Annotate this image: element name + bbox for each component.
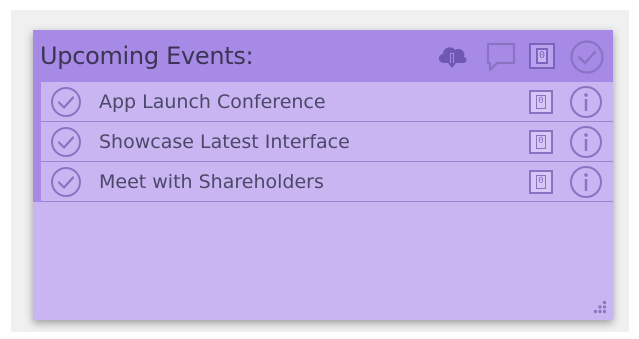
resize-handle-icon[interactable] bbox=[593, 300, 607, 314]
counter-label: 0 bbox=[536, 95, 546, 109]
check-circle-icon[interactable] bbox=[50, 126, 82, 158]
cloud-download-icon[interactable] bbox=[435, 39, 469, 73]
events-widget: Upcoming Events: 0 App Launch Conference… bbox=[33, 30, 613, 320]
counter-box[interactable]: 0 bbox=[529, 43, 555, 69]
info-icon[interactable] bbox=[569, 85, 603, 119]
counter-box[interactable]: 0 bbox=[529, 90, 553, 114]
event-label: App Launch Conference bbox=[99, 91, 326, 113]
counter-label: 0 bbox=[536, 135, 546, 149]
row-accent bbox=[33, 82, 41, 122]
list-item[interactable]: App Launch Conference 0 bbox=[33, 82, 613, 122]
counter-box[interactable]: 0 bbox=[529, 130, 553, 154]
counter-box[interactable]: 0 bbox=[529, 170, 553, 194]
check-circle-icon[interactable] bbox=[50, 86, 82, 118]
comment-icon[interactable] bbox=[485, 41, 517, 73]
row-accent bbox=[33, 122, 41, 162]
list-item[interactable]: Meet with Shareholders 0 bbox=[33, 162, 613, 202]
counter-label: 0 bbox=[536, 48, 548, 64]
row-accent bbox=[33, 162, 41, 202]
counter-label: 0 bbox=[536, 175, 546, 189]
list-item[interactable]: Showcase Latest Interface 0 bbox=[33, 122, 613, 162]
event-label: Showcase Latest Interface bbox=[99, 131, 350, 153]
info-icon[interactable] bbox=[569, 125, 603, 159]
check-circle-icon[interactable] bbox=[50, 166, 82, 198]
event-label: Meet with Shareholders bbox=[99, 171, 324, 193]
check-circle-icon[interactable] bbox=[569, 39, 605, 75]
widget-header: Upcoming Events: 0 bbox=[33, 30, 613, 82]
widget-title: Upcoming Events: bbox=[40, 42, 254, 70]
info-icon[interactable] bbox=[569, 165, 603, 199]
